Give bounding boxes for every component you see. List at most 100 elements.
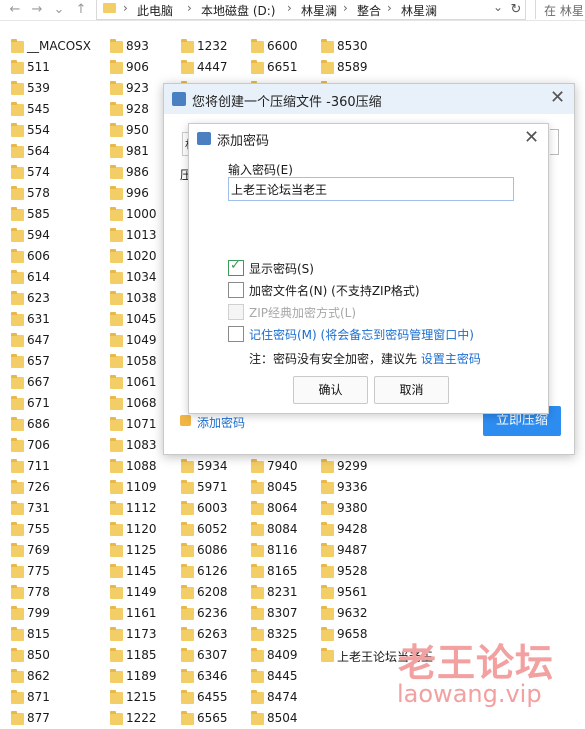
folder-name: 726 — [27, 480, 50, 494]
folder-icon — [110, 270, 123, 284]
folder-icon — [181, 585, 194, 599]
browse-button[interactable] — [550, 129, 559, 155]
folder-icon — [251, 564, 264, 578]
encrypt-filenames-checkbox[interactable] — [228, 282, 244, 298]
folder-name: 686 — [27, 417, 50, 431]
chevron-right-icon[interactable]: › — [187, 1, 192, 15]
folder-icon — [110, 291, 123, 305]
folder-name: 923 — [126, 81, 149, 95]
folder-name: 8445 — [267, 669, 298, 683]
folder-icon — [251, 648, 264, 662]
folder-icon — [11, 711, 24, 725]
folder-icon — [11, 585, 24, 599]
folder-name: 981 — [126, 144, 149, 158]
folder-icon — [110, 438, 123, 452]
folder-icon — [321, 39, 334, 53]
cancel-button[interactable]: 取消 — [374, 376, 449, 404]
up-arrow-icon[interactable]: ↑ — [72, 1, 90, 19]
folder-icon — [181, 501, 194, 515]
back-arrow-icon[interactable]: ← — [6, 1, 24, 19]
folder-icon — [321, 501, 334, 515]
breadcrumb-folder-3[interactable]: 林星澜 — [401, 2, 437, 19]
folder-icon — [181, 522, 194, 536]
folder-name: 1061 — [126, 375, 157, 389]
zip-classic-encryption-checkbox — [228, 304, 244, 320]
folder-name: 799 — [27, 606, 50, 620]
folder-icon — [110, 354, 123, 368]
folder-icon — [321, 564, 334, 578]
folder-name: 6052 — [197, 522, 228, 536]
search-input[interactable]: 在 林星 — [535, 0, 585, 19]
folder-name: 4447 — [197, 60, 228, 74]
folder-icon — [11, 144, 24, 158]
chevron-right-icon[interactable]: › — [387, 1, 392, 15]
folder-icon — [110, 312, 123, 326]
folder-name: 578 — [27, 186, 50, 200]
breadcrumb[interactable]: › 此电脑 › 本地磁盘 (D:) › 林星澜 › 整合 › 林星澜 ⌄ — [96, 0, 526, 20]
breadcrumb-folder-1[interactable]: 林星澜 — [301, 2, 337, 19]
breadcrumb-folder-2[interactable]: 整合 — [357, 2, 381, 19]
refresh-icon[interactable]: ↻ — [507, 1, 525, 19]
folder-name: 594 — [27, 228, 50, 242]
folder-name: 585 — [27, 207, 50, 221]
compress-window-titlebar[interactable]: 您将创建一个压缩文件 -360压缩 ✕ — [164, 84, 574, 114]
folder-name: 511 — [27, 60, 50, 74]
folder-icon — [11, 543, 24, 557]
folder-icon — [110, 207, 123, 221]
folder-icon — [110, 249, 123, 263]
folder-icon — [110, 627, 123, 641]
folder-name: 1112 — [126, 501, 157, 515]
close-icon[interactable]: ✕ — [550, 87, 565, 108]
folder-icon — [181, 669, 194, 683]
folder-name: 8307 — [267, 606, 298, 620]
chevron-down-icon[interactable]: ⌄ — [493, 0, 503, 14]
folder-icon — [11, 312, 24, 326]
folder-name: 8045 — [267, 480, 298, 494]
folder-icon — [110, 396, 123, 410]
folder-name: 8409 — [267, 648, 298, 662]
folder-name: 6455 — [197, 690, 228, 704]
folder-name: __MACOSX — [27, 39, 92, 53]
folder-name: 554 — [27, 123, 50, 137]
chevron-right-icon[interactable]: › — [123, 1, 128, 15]
ok-button[interactable]: 确认 — [293, 376, 368, 404]
folder-icon — [321, 627, 334, 641]
folder-name: 1013 — [126, 228, 157, 242]
folder-icon — [11, 648, 24, 662]
set-master-password-link[interactable]: 设置主密码 — [421, 352, 481, 366]
folder-name: 9632 — [337, 606, 368, 620]
folder-name: 1109 — [126, 480, 157, 494]
folder-icon — [321, 648, 334, 662]
recent-dropdown-icon[interactable]: ⌄ — [50, 1, 68, 19]
chevron-right-icon[interactable]: › — [287, 1, 292, 15]
folder-icon — [11, 60, 24, 74]
folder-icon — [11, 123, 24, 137]
folder-name: 711 — [27, 459, 50, 473]
folder-icon — [103, 3, 116, 13]
folder-name: 755 — [27, 522, 50, 536]
add-password-dialog: 添加密码 ✕ 输入密码(E) 上老王论坛当老王 显示密码(S) 加密文件名(N)… — [188, 123, 549, 414]
close-icon[interactable]: ✕ — [524, 127, 539, 148]
add-password-titlebar[interactable]: 添加密码 ✕ — [189, 124, 548, 153]
folder-name: 623 — [27, 291, 50, 305]
show-password-checkbox[interactable] — [228, 258, 244, 276]
folder-name: 1125 — [126, 543, 157, 557]
folder-name: 539 — [27, 81, 50, 95]
folder-icon — [11, 165, 24, 179]
folder-icon — [110, 123, 123, 137]
password-input[interactable]: 上老王论坛当老王 — [228, 177, 514, 201]
folder-icon — [11, 102, 24, 116]
folder-icon — [11, 333, 24, 347]
breadcrumb-drive-d[interactable]: 本地磁盘 (D:) — [201, 2, 275, 19]
password-label: 输入密码(E) — [228, 163, 293, 177]
forward-arrow-icon[interactable]: → — [28, 1, 46, 19]
folder-name: 6307 — [197, 648, 228, 662]
folder-icon — [11, 627, 24, 641]
folder-name: 8504 — [267, 711, 298, 725]
breadcrumb-this-pc[interactable]: 此电脑 — [137, 2, 173, 19]
folder-name: 606 — [27, 249, 50, 263]
remember-password-checkbox[interactable] — [228, 326, 244, 342]
chevron-right-icon[interactable]: › — [343, 1, 348, 15]
folder-icon — [251, 543, 264, 557]
folder-icon — [110, 690, 123, 704]
